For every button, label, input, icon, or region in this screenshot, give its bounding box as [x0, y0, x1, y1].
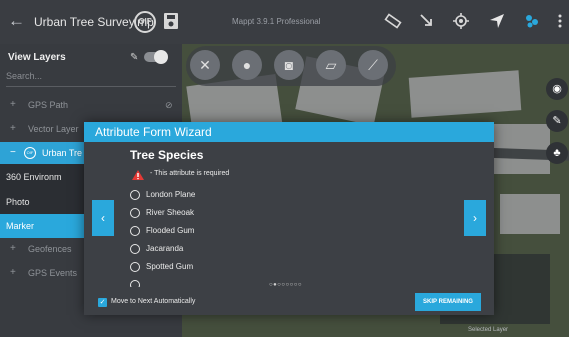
app-root: ✕ ● ◙ ▱ ⟋ ◉ ✎ ♣ Selected Layer ← Urban T…	[0, 0, 569, 337]
ruler-icon[interactable]	[384, 12, 402, 30]
app-version-label: Mappt 3.9.1 Professional	[232, 17, 321, 26]
visibility-off-icon[interactable]: ⊘	[165, 100, 173, 111]
option-flooded-gum[interactable]: Flooded Gum	[130, 224, 330, 240]
page-indicator: ○●○○○○○○	[269, 282, 302, 288]
save-icon[interactable]	[163, 12, 179, 30]
option-river-sheoak[interactable]: River Sheoak	[130, 206, 330, 222]
attribute-form-wizard-dialog: Attribute Form Wizard Tree Species - Thi…	[84, 122, 494, 315]
minus-icon: −	[10, 147, 16, 158]
route-icon[interactable]	[418, 12, 436, 30]
camera-icon[interactable]: ◙	[274, 50, 304, 80]
radio-button[interactable]	[130, 280, 140, 287]
option-spotted-gum[interactable]: Spotted Gum	[130, 260, 330, 276]
layers-icon[interactable]	[523, 12, 541, 30]
previous-button[interactable]: ‹	[92, 200, 114, 236]
plus-icon: +	[10, 267, 16, 278]
skip-remaining-button[interactable]: SKIP REMAINING	[415, 293, 481, 311]
dialog-header: Attribute Form Wizard	[84, 122, 494, 142]
radio-button[interactable]	[130, 244, 140, 254]
radio-button[interactable]	[130, 262, 140, 272]
option-label: Jacaranda	[146, 244, 184, 253]
sidebar-item-label: GPS Path	[28, 100, 69, 110]
sidebar-item-label: Vector Layer	[28, 124, 79, 134]
polygon-icon[interactable]: ▱	[316, 50, 346, 80]
sidebar-item-label: Marker	[6, 221, 35, 231]
layer-search-input[interactable]: Search...	[6, 71, 176, 87]
move-next-checkbox[interactable]: ✓	[98, 298, 107, 307]
sidebar-item-gps-path[interactable]: + GPS Path ⊘	[0, 94, 182, 116]
next-button[interactable]: ›	[464, 200, 486, 236]
plus-icon: +	[10, 243, 16, 254]
radio-button[interactable]	[130, 208, 140, 218]
option-london-plane[interactable]: London Plane	[130, 188, 330, 204]
sidebar-header: View Layers	[8, 52, 66, 63]
species-options-list: London Plane River Sheoak Flooded Gum Ja…	[130, 188, 330, 287]
sidebar-item-label: Photo	[6, 197, 30, 207]
radio-button[interactable]	[130, 190, 140, 200]
required-message: - This attribute is required	[150, 170, 230, 177]
sidebar-item-label: Geofences	[28, 244, 72, 254]
navigation-arrow-icon[interactable]	[488, 12, 506, 30]
option-label: River Sheoak	[146, 208, 195, 217]
move-next-label: Move to Next Automatically	[111, 298, 196, 305]
selected-layer-label: Selected Layer	[468, 327, 509, 333]
edit-icon[interactable]: ✎	[546, 110, 568, 132]
polyline-icon[interactable]: ⟋	[358, 50, 388, 80]
back-arrow-icon[interactable]: ←	[8, 12, 26, 30]
marker-icon[interactable]: ●	[232, 50, 262, 80]
compass-icon[interactable]: ◉	[546, 78, 568, 100]
option-label: Spotted Gum	[146, 262, 194, 271]
gps-target-icon[interactable]	[452, 12, 470, 30]
sidebar-item-label: Urban Tre	[42, 148, 83, 158]
close-icon[interactable]: ✕	[190, 50, 220, 80]
tree-icon[interactable]: ♣	[546, 142, 568, 164]
more-vert-icon[interactable]	[556, 12, 564, 30]
attribute-name: Tree Species	[130, 148, 204, 162]
sidebar-item-label: 360 Environm	[6, 172, 62, 182]
warning-icon	[132, 170, 144, 180]
option-label: London Plane	[146, 190, 196, 199]
dialog-title: Attribute Form Wizard	[95, 125, 212, 139]
option-jacaranda[interactable]: Jacaranda	[130, 242, 330, 258]
option-label: Flooded Gum	[146, 226, 195, 235]
plus-icon: +	[10, 99, 16, 110]
sidebar-item-label: GPS Events	[28, 268, 78, 278]
top-app-bar: ← Urban Tree Survey.mp OIF Mappt 3.9.1 P…	[0, 0, 569, 44]
edit-mode-toggle[interactable]	[144, 50, 168, 64]
oif-layer-icon: OIF	[24, 147, 36, 159]
pencil-icon[interactable]: ✎	[130, 52, 138, 63]
oif-logo[interactable]: OIF	[134, 11, 156, 33]
plus-icon: +	[10, 123, 16, 134]
radio-button[interactable]	[130, 226, 140, 236]
